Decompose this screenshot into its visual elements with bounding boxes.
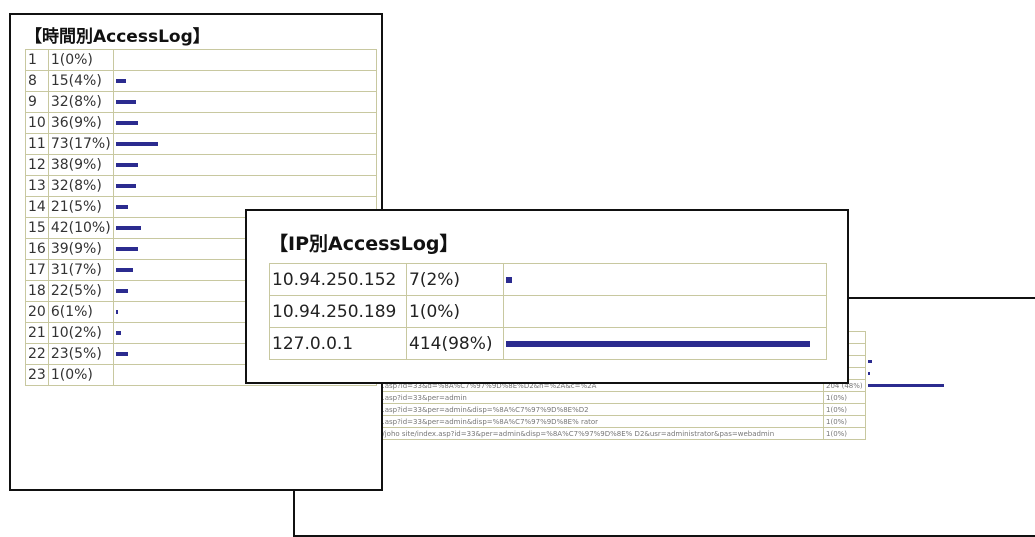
- table-row: /scripts/joho_site/index.asp?id=33&per=a…: [298, 391, 968, 404]
- count-cell: 39(9%): [47, 238, 114, 260]
- hour-cell: 23: [25, 364, 49, 386]
- count-cell: 22(5%): [47, 280, 114, 302]
- table-row: /scripts/joho_site/index.asp?id=33&per=a…: [298, 415, 968, 428]
- count-cell: 31(7%): [47, 259, 114, 281]
- bar-cell: [865, 344, 967, 356]
- hour-cell: 8: [25, 70, 49, 92]
- table-row: 8 15(4%): [25, 70, 378, 92]
- hour-cell: 18: [25, 280, 49, 302]
- hour-bar: [115, 247, 139, 251]
- hour-cell: 20: [25, 301, 49, 323]
- ip-access-table: 10.94.250.152 7(2%) 10.94.250.189 1(0%) 127.…: [269, 263, 827, 360]
- hour-bar: [115, 79, 126, 83]
- url-bar: [867, 360, 873, 363]
- ip-bar: [506, 276, 513, 283]
- hour-bar: [115, 121, 139, 125]
- hour-cell: 16: [25, 238, 49, 260]
- count-cell: 36(9%): [47, 112, 114, 134]
- bar-cell: [865, 332, 967, 344]
- hour-bar: [115, 184, 136, 188]
- hour-cell: 10: [25, 112, 49, 134]
- hour-bar: [115, 268, 134, 272]
- table-row: 9 32(8%): [25, 91, 378, 113]
- ip-panel-title: 【IP別AccessLog】: [269, 233, 459, 255]
- url-bar: [867, 372, 870, 375]
- bar-cell: [865, 392, 967, 404]
- count-cell: 1(0%): [47, 49, 114, 71]
- hour-cell: 15: [25, 217, 49, 239]
- count-cell: 23(5%): [47, 343, 114, 365]
- hour-cell: 21: [25, 322, 49, 344]
- hour-bar: [115, 310, 119, 314]
- count-cell: 42(10%): [47, 217, 114, 239]
- hour-bar: [115, 352, 129, 356]
- table-row: 1 1(0%): [25, 49, 378, 71]
- hour-cell: 1: [25, 49, 49, 71]
- hour-panel-title: 【時間別AccessLog】: [25, 27, 210, 47]
- count-cell: 32(8%): [47, 91, 114, 113]
- hour-cell: 12: [25, 154, 49, 176]
- url-bar: [867, 384, 945, 387]
- table-row: 13 32(8%): [25, 175, 378, 197]
- bar-cell: [865, 404, 967, 416]
- bar-cell: [865, 380, 967, 392]
- table-row: /scripts/joho_site/index.asp?id=33&per=a…: [298, 403, 968, 416]
- table-row: 10 36(9%): [25, 112, 378, 134]
- count-cell: 1(0%): [406, 295, 504, 328]
- bar-cell: [112, 133, 378, 155]
- hour-cell: 13: [25, 175, 49, 197]
- count-cell: 1(0%): [823, 427, 866, 440]
- bar-cell: [112, 49, 378, 71]
- count-cell: 1(0%): [47, 364, 114, 386]
- count-cell: 1(0%): [823, 391, 866, 404]
- bar-cell: [112, 91, 378, 113]
- ip-cell: 10.94.250.189: [269, 295, 407, 328]
- bar-cell: [503, 327, 827, 360]
- count-cell: 6(1%): [47, 301, 114, 323]
- ip-access-log-panel: 【IP別AccessLog】 10.94.250.152 7(2%) 10.94.2…: [245, 209, 849, 384]
- hour-cell: 17: [25, 259, 49, 281]
- bar-cell: [112, 112, 378, 134]
- bar-cell: [865, 368, 967, 380]
- bar-cell: [865, 416, 967, 428]
- count-cell: 15(4%): [47, 70, 114, 92]
- bar-cell: [112, 154, 378, 176]
- hour-bar: [115, 142, 159, 146]
- hour-cell: 11: [25, 133, 49, 155]
- table-row: 10.94.250.189 1(0%): [269, 295, 827, 328]
- bar-cell: [503, 295, 827, 328]
- count-cell: 414(98%): [406, 327, 504, 360]
- hour-bar: [115, 289, 129, 293]
- hour-bar: [115, 205, 129, 209]
- hour-cell: 14: [25, 196, 49, 218]
- bar-cell: [865, 356, 967, 368]
- count-cell: 21(5%): [47, 196, 114, 218]
- hour-bar: [115, 331, 121, 335]
- count-cell: 7(2%): [406, 263, 504, 296]
- count-cell: 73(17%): [47, 133, 114, 155]
- count-cell: 1(0%): [823, 415, 866, 428]
- count-cell: 38(9%): [47, 154, 114, 176]
- hour-cell: 9: [25, 91, 49, 113]
- table-row: 127.0.0.1 414(98%): [269, 327, 827, 360]
- bar-cell: [112, 175, 378, 197]
- ip-cell: 10.94.250.152: [269, 263, 407, 296]
- hour-bar: [115, 226, 141, 230]
- hour-cell: 22: [25, 343, 49, 365]
- table-row: 11 73(17%): [25, 133, 378, 155]
- hour-bar: [115, 163, 139, 167]
- count-cell: 10(2%): [47, 322, 114, 344]
- bar-cell: [865, 428, 967, 440]
- count-cell: 32(8%): [47, 175, 114, 197]
- table-row: 12 38(9%): [25, 154, 378, 176]
- hour-bar: [115, 100, 136, 104]
- ip-cell: 127.0.0.1: [269, 327, 407, 360]
- count-cell: 1(0%): [823, 403, 866, 416]
- table-row: 10.94.250.152 7(2%): [269, 263, 827, 296]
- ip-bar: [506, 340, 810, 347]
- bar-cell: [112, 70, 378, 92]
- table-row: http://127.0.0.1/scripts/joho site/index…: [298, 427, 968, 440]
- bar-cell: [503, 263, 827, 296]
